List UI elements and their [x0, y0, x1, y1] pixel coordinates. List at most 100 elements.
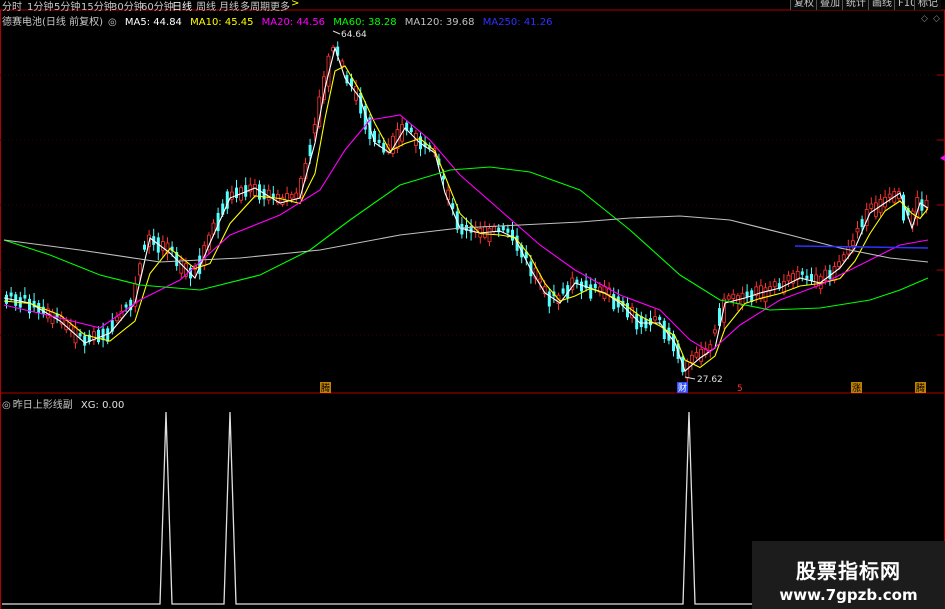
- candle-body: [561, 288, 565, 294]
- candle-body: [83, 335, 87, 346]
- kline-chart[interactable]: 64.64 27.62 腾 财 5 涨 腾: [0, 0, 945, 609]
- candle-body: [653, 316, 657, 321]
- candle-body: [97, 329, 100, 343]
- candle-body: [745, 291, 749, 298]
- candle-body: [644, 318, 648, 329]
- tab-period-0[interactable]: 分时: [2, 0, 22, 13]
- watermark: 股票指标网 www.7gpzb.com: [752, 541, 945, 609]
- candle-body: [409, 127, 413, 133]
- settings-circle-icon[interactable]: ◎: [2, 400, 11, 411]
- candle-body: [23, 294, 27, 299]
- candle-body: [235, 187, 238, 199]
- more-arrow-icon[interactable]: >: [291, 0, 299, 9]
- mark-button[interactable]: 标记: [914, 0, 941, 10]
- tab-period-8[interactable]: 月线: [219, 0, 239, 13]
- candle-body: [713, 329, 717, 334]
- candle-body: [312, 124, 317, 134]
- candle-body: [694, 352, 699, 358]
- main-legend: 德赛电池(日线 前复权) ◎ MA5: 44.84 MA10: 45.45 MA2…: [2, 13, 557, 28]
- candle-body: [377, 139, 381, 143]
- candle-body: [731, 293, 736, 299]
- candle-body: [772, 281, 777, 288]
- sub-legend: ◎ 昨日上影线副 XG: 0.00: [2, 396, 129, 411]
- candle-body: [501, 226, 505, 231]
- fuquan-button[interactable]: 复权: [790, 0, 817, 10]
- candle-body: [855, 228, 860, 233]
- ma60-label: MA60: 38.28: [333, 17, 397, 28]
- stock-title[interactable]: 德赛电池(日线 前复权): [2, 17, 103, 28]
- draw-button[interactable]: 画线: [868, 0, 895, 10]
- candle-body: [635, 314, 639, 330]
- candle-body: [726, 295, 731, 300]
- candle-body: [869, 203, 874, 209]
- candle-body: [143, 244, 146, 250]
- candle-body: [805, 275, 809, 279]
- candle-body: [285, 193, 290, 201]
- candle-body: [547, 291, 551, 307]
- tab-period-6[interactable]: 日线: [172, 0, 192, 13]
- ma20-label: MA20: 44.56: [261, 17, 326, 28]
- tab-period-4[interactable]: 30分钟: [111, 0, 144, 13]
- tab-period-2[interactable]: 5分钟: [54, 0, 80, 13]
- candle-body: [492, 226, 497, 232]
- candle-body: [137, 263, 142, 276]
- candle-body: [800, 271, 804, 275]
- tab-period-9[interactable]: 多周期: [240, 0, 270, 13]
- tab-period-3[interactable]: 15分钟: [81, 0, 114, 13]
- ma5-label: MA5: 44.84: [124, 17, 182, 28]
- candle-body: [589, 284, 593, 299]
- marker-4: 涨: [852, 383, 861, 394]
- candle-body: [580, 281, 583, 292]
- svg-text:27.62: 27.62: [697, 375, 723, 385]
- candle-body: [786, 274, 791, 282]
- candle-body: [708, 344, 713, 351]
- candle-body: [860, 219, 864, 228]
- watermark-title: 股票指标网: [796, 559, 901, 583]
- expand-diamond-icon[interactable]: ◇: [921, 14, 928, 24]
- candle-body: [124, 304, 128, 308]
- candle-body: [179, 259, 184, 274]
- candle-body: [506, 228, 510, 233]
- candle-body: [841, 254, 846, 261]
- collapse-diamond-icon[interactable]: ◇: [933, 14, 940, 24]
- candle-body: [487, 227, 492, 243]
- ma250-label: MA250: 41.26: [482, 17, 553, 28]
- tab-period-5[interactable]: 60分钟: [141, 0, 174, 13]
- svg-text:64.64: 64.64: [341, 30, 367, 40]
- overlay-button[interactable]: 叠加: [816, 0, 843, 10]
- candle-body: [851, 240, 855, 246]
- candle-body: [763, 287, 768, 303]
- tab-period-1[interactable]: 1分钟: [27, 0, 53, 13]
- candle-body: [837, 261, 841, 267]
- candle-body: [258, 184, 261, 200]
- candle-body: [887, 193, 892, 198]
- indicator-name[interactable]: 昨日上影线副: [13, 400, 73, 411]
- candle-body: [612, 294, 616, 310]
- candle-body: [658, 316, 662, 321]
- candle-body: [5, 294, 8, 304]
- candle-body: [511, 229, 514, 241]
- marker-2: 财: [678, 382, 687, 394]
- candle-body: [538, 278, 542, 283]
- candle-body: [78, 333, 82, 337]
- period-toolbar: 分时 1分钟 5分钟 15分钟 30分钟 60分钟 日线 周线 月线 多周期 更…: [0, 0, 945, 13]
- candle-body: [289, 194, 294, 199]
- stats-button[interactable]: 统计: [842, 0, 869, 10]
- ma120-label: MA120: 39.68: [404, 17, 475, 28]
- candle-body: [252, 184, 257, 196]
- settings-circle-icon[interactable]: ◎: [108, 17, 117, 28]
- ma10-label: MA10: 45.45: [190, 17, 254, 28]
- xg-value: XG: 0.00: [80, 400, 125, 411]
- tab-period-10[interactable]: 更多: [270, 0, 290, 13]
- candle-body: [699, 348, 703, 362]
- candle-body: [9, 292, 13, 297]
- marker-1: 腾: [321, 382, 330, 394]
- tab-period-7[interactable]: 周线: [196, 0, 216, 13]
- candle-body: [101, 328, 105, 341]
- candle-body: [690, 354, 694, 363]
- marker-5: 腾: [916, 382, 925, 394]
- watermark-url: www.7gpzb.com: [779, 586, 918, 604]
- candle-body: [810, 273, 813, 281]
- candle-body: [593, 283, 597, 289]
- candle-body: [294, 192, 299, 200]
